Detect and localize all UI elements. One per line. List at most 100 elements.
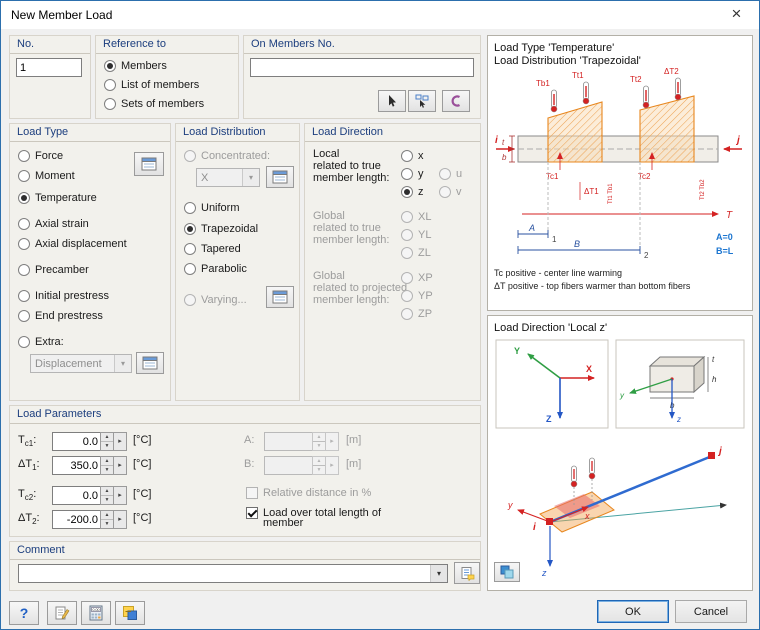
- radio-extra[interactable]: Extra:: [18, 334, 64, 349]
- radio-members[interactable]: Members: [104, 58, 167, 73]
- label-axis-y: Y: [514, 346, 520, 356]
- comment-templates-icon: [461, 566, 474, 581]
- radio-local-y[interactable]: y: [401, 166, 424, 181]
- calculator-button[interactable]: 0.00: [81, 601, 111, 625]
- radio-local-x[interactable]: x: [401, 148, 424, 163]
- tc2-input[interactable]: [52, 486, 100, 505]
- radio-icon: [401, 307, 413, 320]
- ok-button[interactable]: OK: [597, 600, 669, 623]
- tc1-input[interactable]: [52, 432, 100, 451]
- spin-buttons[interactable]: ▲ ▼: [100, 456, 114, 475]
- radio-icon: [401, 149, 413, 162]
- load-distribution-group: Load Distribution Concentrated: X ▾ Unif…: [175, 123, 300, 401]
- close-button[interactable]: ×: [714, 1, 759, 29]
- spin-down-icon: ▼: [313, 465, 325, 474]
- dropdown-icon: ▾: [430, 565, 447, 582]
- panel-top-title2: Load Distribution 'Trapezoidal': [494, 55, 641, 67]
- detail-button: ▸: [326, 456, 339, 475]
- tc2-spinner: ▲▼ ▸: [52, 486, 127, 505]
- radio-trapezoidal[interactable]: Trapezoidal: [184, 221, 258, 236]
- radio-moment[interactable]: Moment: [18, 168, 75, 183]
- units-icon: [123, 606, 137, 620]
- radio-uniform[interactable]: Uniform: [184, 200, 240, 215]
- radio-force[interactable]: Force: [18, 148, 63, 163]
- dt2-input[interactable]: [52, 510, 100, 529]
- radio-icon: [401, 210, 413, 223]
- dt1-input[interactable]: [52, 456, 100, 475]
- spin-down-icon: ▼: [101, 465, 113, 474]
- deselect-button[interactable]: [442, 90, 470, 112]
- no-input[interactable]: [16, 58, 82, 77]
- radio-icon: [184, 222, 196, 235]
- label-tt2: Tt2: [630, 75, 642, 84]
- edit-comment-button[interactable]: [47, 601, 77, 625]
- varying-options-button[interactable]: [266, 286, 294, 308]
- detail-button[interactable]: ▸: [114, 432, 127, 451]
- help-button[interactable]: ?: [9, 601, 39, 625]
- radio-icon: [184, 242, 196, 255]
- radio-icon: [18, 309, 30, 322]
- spin-buttons: ▲ ▼: [312, 456, 326, 475]
- spin-buttons[interactable]: ▲ ▼: [100, 486, 114, 505]
- radio-label: XL: [418, 210, 432, 223]
- spin-buttons[interactable]: ▲ ▼: [100, 510, 114, 529]
- radio-sets-of-members[interactable]: Sets of members: [104, 96, 204, 111]
- radio-icon: [18, 191, 30, 204]
- dialog-icon: [272, 170, 288, 184]
- load-direction-group: Load Direction Local related to true mem…: [304, 123, 481, 401]
- deselect-icon: [451, 95, 461, 107]
- radio-local-z[interactable]: z: [401, 184, 424, 199]
- cancel-button[interactable]: Cancel: [675, 600, 747, 623]
- info-panel-bottom: Load Direction 'Local z' X Y Z t h y z i…: [487, 315, 753, 591]
- radio-label: XP: [418, 271, 433, 284]
- spin-up-icon: ▲: [316, 458, 322, 464]
- a-unit: [m]: [346, 434, 362, 446]
- concentrated-options-button[interactable]: [266, 166, 294, 188]
- radio-end-prestress[interactable]: End prestress: [18, 308, 103, 323]
- extra-options-button[interactable]: [136, 352, 164, 374]
- radio-list-of-members[interactable]: List of members: [104, 77, 199, 92]
- radio-precamber[interactable]: Precamber: [18, 262, 89, 277]
- moment-options-button[interactable]: [134, 152, 164, 176]
- comment-templates-button[interactable]: [454, 562, 480, 584]
- display-options-icon: [500, 565, 514, 579]
- radio-tapered[interactable]: Tapered: [184, 241, 241, 256]
- radio-label: End prestress: [35, 309, 103, 322]
- detail-button[interactable]: ▸: [114, 456, 127, 475]
- radio-global-xp: XP: [401, 270, 433, 285]
- radio-local-v: v: [439, 184, 462, 199]
- on-members-caption: On Members No.: [244, 36, 480, 54]
- pick-multiple-button[interactable]: [408, 90, 436, 112]
- comment-combobox[interactable]: ▾: [18, 564, 448, 583]
- a-spinner: ▲ ▼ ▸: [264, 432, 339, 451]
- radio-label: Sets of members: [121, 97, 205, 110]
- b-unit: [m]: [346, 458, 362, 470]
- label-b: b: [502, 153, 507, 162]
- panel-display-options-button[interactable]: [494, 562, 520, 582]
- label-rot1: Tt1 Tb1: [608, 183, 614, 204]
- units-button[interactable]: [115, 601, 145, 625]
- temperature-diagram: Load Type 'Temperature' Load Distributio…: [494, 42, 742, 291]
- relative-distance-checkbox: Relative distance in %: [246, 485, 371, 500]
- radio-initial-prestress[interactable]: Initial prestress: [18, 288, 109, 303]
- dt2-label: ΔT2:: [18, 512, 40, 526]
- radio-temperature[interactable]: Temperature: [18, 190, 97, 205]
- thermometer-icon: [582, 81, 590, 105]
- cross-section-view: t h b y z: [615, 339, 745, 429]
- label-i: i: [533, 522, 536, 533]
- on-members-input[interactable]: [250, 58, 474, 77]
- radio-parabolic[interactable]: Parabolic: [184, 261, 247, 276]
- label-axis-x: X: [586, 364, 592, 374]
- load-parameters-group: Load Parameters Tc1: ▲▼ ▸ [°C] ΔT1: ▲▼ ▸…: [9, 405, 481, 537]
- pick-members-button[interactable]: [378, 90, 406, 112]
- radio-icon: [18, 263, 30, 276]
- global-proj-label-line: Global: [313, 270, 345, 282]
- radio-icon: [18, 149, 30, 162]
- detail-button[interactable]: ▸: [114, 510, 127, 529]
- dt1-spinner: ▲▼ ▸: [52, 456, 127, 475]
- radio-label: Tapered: [201, 242, 241, 255]
- detail-button[interactable]: ▸: [114, 486, 127, 505]
- spin-buttons[interactable]: ▲ ▼: [100, 432, 114, 451]
- radio-axial-displacement[interactable]: Axial displacement: [18, 236, 127, 251]
- radio-axial-strain[interactable]: Axial strain: [18, 216, 89, 231]
